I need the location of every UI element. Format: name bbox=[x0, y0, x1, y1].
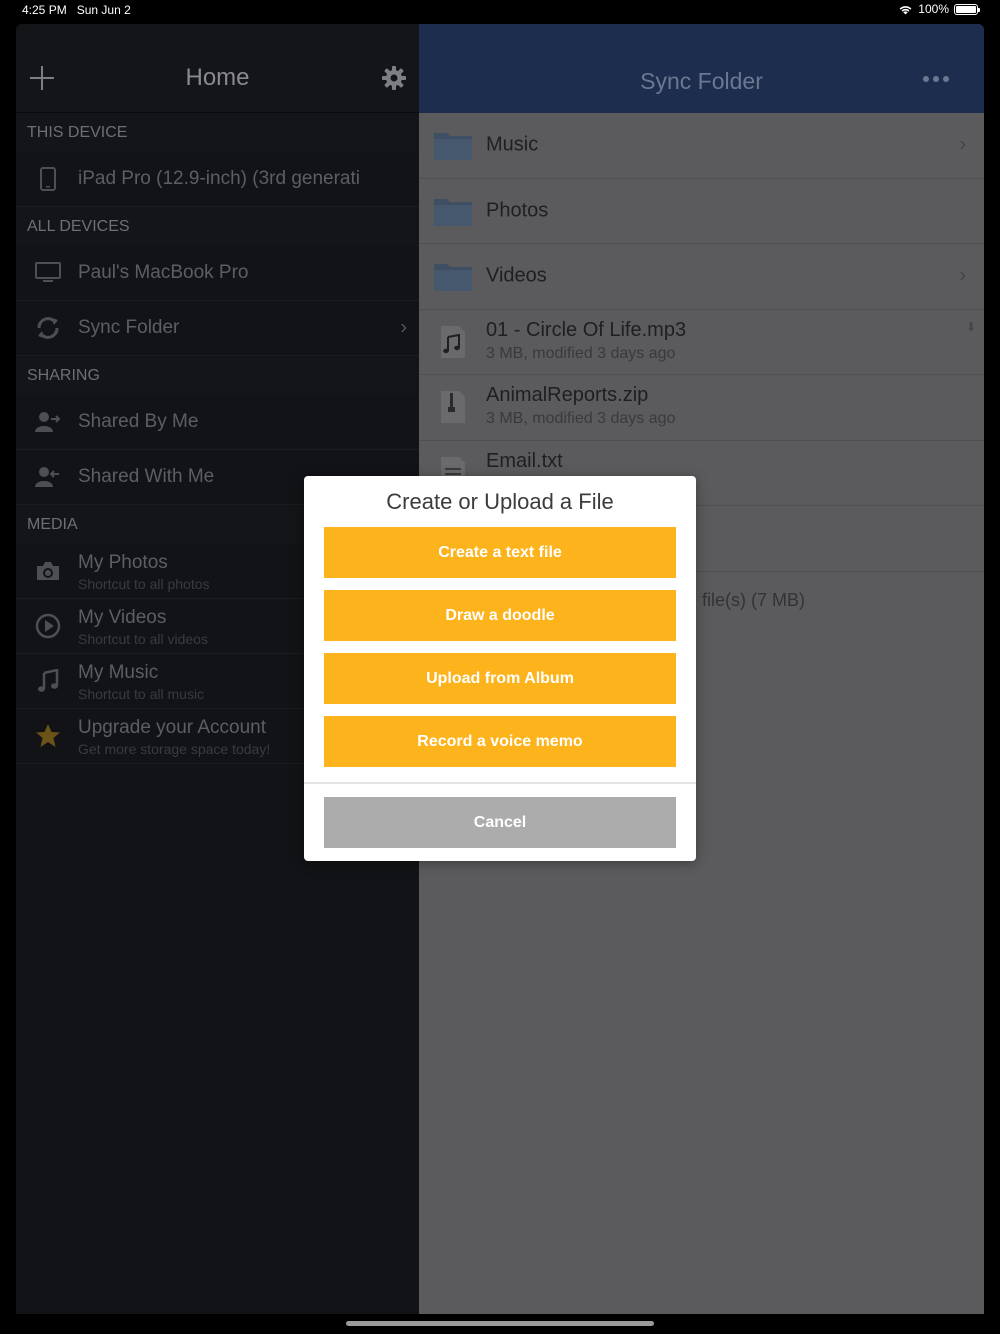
gear-icon[interactable] bbox=[381, 65, 407, 91]
folder-summary: file(s) (7 MB) bbox=[702, 590, 805, 610]
sidebar-item-label: Paul's MacBook Pro bbox=[78, 262, 249, 283]
folder-icon bbox=[434, 198, 472, 226]
file-meta: 3 MB, modified 3 days ago bbox=[486, 344, 676, 362]
star-icon bbox=[34, 722, 62, 750]
sidebar-item-sublabel: Get more storage space today! bbox=[78, 741, 271, 757]
sidebar-item-sublabel: Shortcut to all music bbox=[78, 686, 205, 702]
sidebar-item-label: Shared By Me bbox=[78, 411, 199, 432]
sidebar-item-sublabel: Shortcut to all photos bbox=[78, 576, 210, 592]
folder-icon bbox=[434, 133, 472, 161]
status-indicators: 100% bbox=[898, 2, 980, 16]
play-icon bbox=[34, 612, 62, 640]
file-name: Videos bbox=[486, 264, 547, 287]
chevron-right-icon: › bbox=[959, 133, 966, 156]
file-name: Music bbox=[486, 133, 539, 156]
status-time-date: 4:25 PM Sun Jun 2 bbox=[22, 3, 131, 17]
sidebar-item-label: iPad Pro (12.9-inch) (3rd generati bbox=[78, 168, 360, 189]
folder-icon bbox=[434, 264, 472, 292]
file-meta: 3 MB, modified 3 days ago bbox=[486, 410, 676, 427]
section-sharing: SHARING bbox=[16, 356, 419, 395]
wifi-icon bbox=[899, 5, 912, 14]
file-name: 01 - Circle Of Life.mp3 bbox=[486, 318, 687, 341]
sidebar-item-ipad[interactable]: iPad Pro (12.9-inch) (3rd generati bbox=[16, 152, 419, 207]
audio-file-icon bbox=[441, 325, 465, 358]
home-indicator[interactable] bbox=[346, 1321, 654, 1326]
section-all-devices: ALL DEVICES bbox=[16, 207, 419, 246]
chevron-right-icon: › bbox=[959, 264, 966, 287]
record-voice-memo-button[interactable]: Record a voice memo bbox=[324, 716, 676, 767]
sidebar-item-sync-folder[interactable]: Sync Folder › bbox=[16, 301, 419, 356]
cancel-button[interactable]: Cancel bbox=[324, 797, 676, 848]
status-date: Sun Jun 2 bbox=[76, 3, 131, 17]
battery-percent: 100% bbox=[918, 2, 949, 16]
camera-icon bbox=[34, 557, 62, 585]
file-row-music[interactable]: Music › bbox=[419, 113, 984, 179]
create-upload-dialog: Create or Upload a File Create a text fi… bbox=[304, 476, 696, 861]
battery-icon bbox=[954, 3, 980, 15]
zip-file-icon bbox=[441, 391, 465, 424]
sidebar-item-label: Sync Folder bbox=[78, 317, 180, 338]
sidebar-item-macbook[interactable]: Paul's MacBook Pro bbox=[16, 246, 419, 301]
file-browser-title: Sync Folder bbox=[640, 68, 763, 94]
music-note-icon bbox=[34, 667, 62, 695]
sidebar-item-shared-by-me[interactable]: Shared By Me bbox=[16, 395, 419, 450]
dialog-title: Create or Upload a File bbox=[386, 489, 614, 514]
more-icon[interactable] bbox=[923, 76, 949, 82]
file-name: Email.txt bbox=[486, 449, 563, 472]
file-row-zip[interactable]: AnimalReports.zip 3 MB, modified 3 days … bbox=[419, 375, 984, 441]
file-row-mp3[interactable]: 01 - Circle Of Life.mp3 3 MB, modified 3… bbox=[419, 310, 984, 375]
battery-fill bbox=[956, 5, 976, 13]
file-browser-header: Sync Folder bbox=[419, 24, 984, 113]
share-user-icon bbox=[34, 408, 62, 436]
monitor-icon bbox=[34, 259, 62, 287]
create-text-file-button[interactable]: Create a text file bbox=[324, 527, 676, 578]
share-user-icon bbox=[34, 463, 62, 491]
sidebar-header: Home bbox=[16, 24, 419, 113]
file-row-videos[interactable]: Videos › bbox=[419, 244, 984, 310]
chevron-right-icon: › bbox=[400, 316, 407, 339]
upload-from-album-button[interactable]: Upload from Album bbox=[324, 653, 676, 704]
tablet-icon bbox=[34, 165, 62, 193]
sync-icon bbox=[34, 314, 62, 342]
sidebar-title: Home bbox=[185, 64, 250, 91]
status-bar: 4:25 PM Sun Jun 2 100% bbox=[0, 0, 1000, 24]
file-name: AnimalReports.zip bbox=[486, 384, 649, 406]
dialog-divider bbox=[304, 782, 696, 784]
file-name: Photos bbox=[486, 199, 549, 222]
sidebar-item-sublabel: Shortcut to all videos bbox=[78, 631, 208, 647]
section-this-device: THIS DEVICE bbox=[16, 113, 419, 152]
status-time: 4:25 PM bbox=[22, 3, 67, 17]
download-icon: ⬇ bbox=[965, 319, 976, 334]
draw-doodle-button[interactable]: Draw a doodle bbox=[324, 590, 676, 641]
file-row-photos[interactable]: Photos bbox=[419, 179, 984, 244]
